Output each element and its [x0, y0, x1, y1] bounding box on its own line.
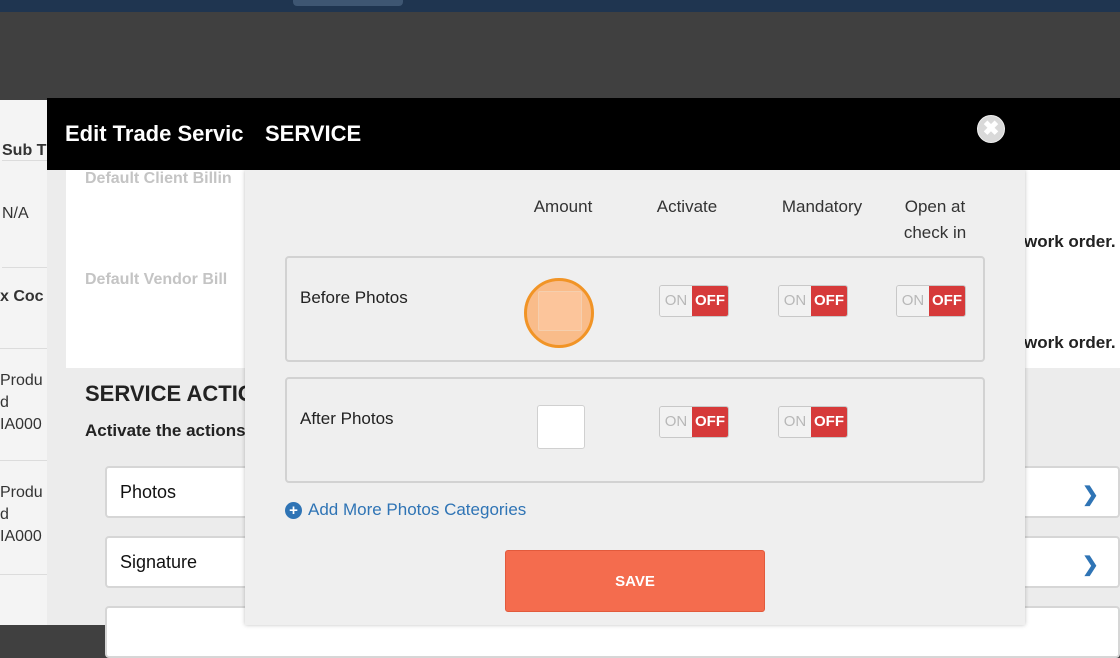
photo-category-row: [285, 256, 985, 362]
bg-table-cell: N/A: [2, 205, 49, 268]
toggle-on-label: ON: [897, 286, 929, 316]
top-nav-tab[interactable]: [293, 0, 403, 6]
add-more-label: Add More Photos Categories: [308, 500, 527, 519]
top-nav-bar: [0, 0, 1120, 12]
toggle-on-label: ON: [779, 286, 811, 316]
toggle-off-label: OFF: [811, 407, 847, 437]
close-icon[interactable]: ✖: [977, 115, 1005, 143]
photo-category-row: [285, 377, 985, 483]
toggle-off-label: OFF: [692, 286, 728, 316]
toggle-on-label: ON: [660, 407, 692, 437]
chevron-right-icon[interactable]: ❯: [1082, 552, 1099, 577]
toggle-open-at-check-in-before-photos[interactable]: ON OFF: [896, 285, 966, 317]
row-label-before-photos: Before Photos: [300, 288, 408, 307]
bg-table-cell: x Coc: [0, 288, 47, 349]
bg-table-cell: Produ d IA000: [0, 370, 47, 461]
toggle-on-label: ON: [660, 286, 692, 316]
action-label: Photos: [120, 482, 177, 502]
service-modal-header: SERVICE: [245, 98, 1025, 170]
column-header-open-at-check-in: Open at check in: [903, 197, 967, 242]
service-modal-title: SERVICE: [265, 121, 362, 146]
toggle-off-label: OFF: [811, 286, 847, 316]
service-actions-subtitle: Activate the actions: [85, 421, 245, 440]
save-button[interactable]: SAVE: [505, 550, 765, 612]
amount-input-after-photos[interactable]: [537, 405, 585, 449]
toggle-activate-after-photos[interactable]: ON OFF: [659, 406, 729, 438]
outer-modal-title: Edit Trade Servic: [65, 121, 244, 146]
service-actions-title: SERVICE ACTIO: [85, 381, 245, 406]
toggle-mandatory-before-photos[interactable]: ON OFF: [778, 285, 848, 317]
bg-table-header: Sub T: [2, 142, 49, 161]
amount-input-before-photos[interactable]: [538, 291, 582, 331]
action-label: Signature: [120, 552, 198, 572]
plus-circle-icon: +: [285, 501, 302, 519]
add-more-photos-categories-link[interactable]: + Add More Photos Categories: [285, 500, 526, 520]
default-vendor-billing-label: Default Vendor Bill: [85, 271, 228, 288]
column-header-activate: Activate: [656, 197, 718, 216]
toggle-mandatory-after-photos[interactable]: ON OFF: [778, 406, 848, 438]
toggle-off-label: OFF: [929, 286, 965, 316]
toggle-off-label: OFF: [692, 407, 728, 437]
bg-table-cell: Produ d IA000: [0, 482, 47, 575]
column-header-amount: Amount: [533, 197, 593, 216]
row-label-after-photos: After Photos: [300, 409, 394, 428]
toggle-activate-before-photos[interactable]: ON OFF: [659, 285, 729, 317]
client-billing-text: work order.: [1024, 232, 1116, 251]
toggle-on-label: ON: [779, 407, 811, 437]
column-header-mandatory: Mandatory: [781, 197, 863, 216]
vendor-billing-text: work order.: [1024, 333, 1116, 352]
chevron-right-icon[interactable]: ❯: [1082, 482, 1099, 507]
default-client-billing-label: Default Client Billin: [85, 170, 232, 187]
